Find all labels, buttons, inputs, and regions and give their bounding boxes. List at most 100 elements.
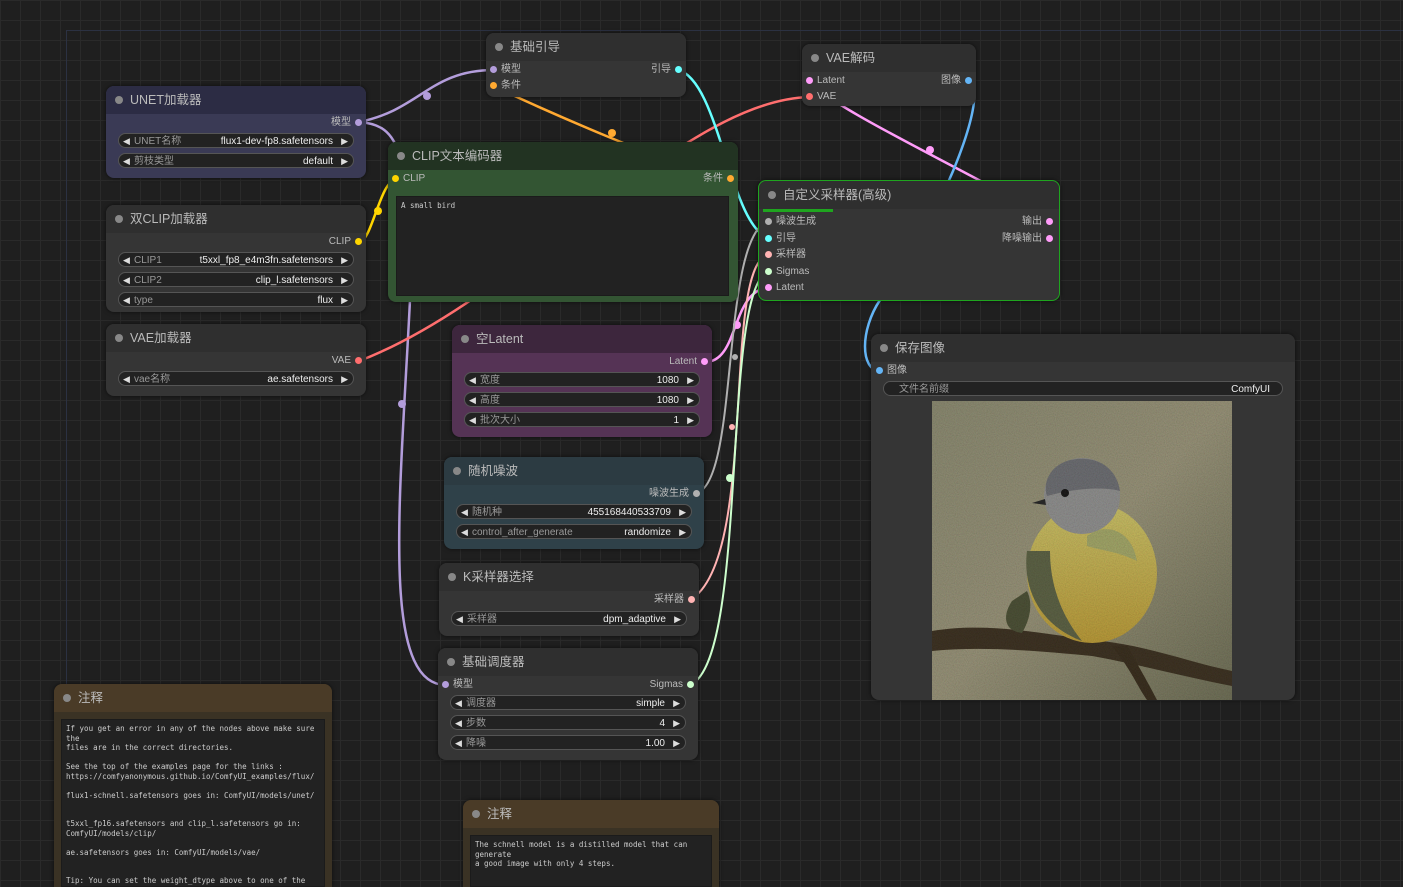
collapse-dot-icon[interactable] xyxy=(115,96,123,104)
node-header[interactable]: K采样器选择 xyxy=(439,563,699,591)
weight-dtype-widget[interactable]: ◀ 剪枝类型 default ▶ xyxy=(118,153,354,168)
image-pin-icon[interactable] xyxy=(965,77,972,84)
basic-scheduler-node[interactable]: 基础调度器 模型 Sigmas ◀ 调度器 simple ▶ ◀ 步数 4 ▶ ◀ 降噪 1.0… xyxy=(438,648,698,760)
input-vae[interactable]: VAE xyxy=(806,90,836,104)
node-header[interactable]: UNET加载器 xyxy=(106,86,366,114)
dual-clip-loader-node[interactable]: 双CLIP加载器 CLIP ◀ CLIP1 t5xxl_fp8_e4m3fn.saf… xyxy=(106,205,366,312)
guider-pin-icon[interactable] xyxy=(765,235,772,242)
width-widget[interactable]: ◀ 宽度 1080 ▶ xyxy=(464,372,700,387)
note-node-1[interactable]: 注释 If you get an error in any of the nod… xyxy=(54,684,332,887)
output-denoised[interactable]: 降噪输出 xyxy=(1002,232,1053,246)
control-after-generate-widget[interactable]: ◀ control_after_generate randomize ▶ xyxy=(456,524,692,539)
collapse-dot-icon[interactable] xyxy=(768,191,776,199)
unet-name-widget[interactable]: ◀ UNET名称 flux1-dev-fp8.safetensors ▶ xyxy=(118,133,354,148)
collapse-dot-icon[interactable] xyxy=(115,334,123,342)
input-latent[interactable]: Latent xyxy=(806,74,845,88)
vae-pin-icon[interactable] xyxy=(806,93,813,100)
vae-loader-node[interactable]: VAE加载器 VAE ◀ vae名称 ae.safetensors ▶ xyxy=(106,324,366,396)
vae-pin-icon[interactable] xyxy=(355,357,362,364)
node-header[interactable]: 保存图像 xyxy=(871,334,1295,362)
conditioning-pin-icon[interactable] xyxy=(727,175,734,182)
collapse-dot-icon[interactable] xyxy=(397,152,405,160)
node-header[interactable]: 自定义采样器(高级) xyxy=(759,181,1059,209)
clip2-widget[interactable]: ◀ CLIP2 clip_l.safetensors ▶ xyxy=(118,272,354,287)
denoise-widget[interactable]: ◀ 降噪 1.00 ▶ xyxy=(450,735,686,750)
random-noise-node[interactable]: 随机噪波 噪波生成 ◀ 随机种 455168440533709 ▶ ◀ control_… xyxy=(444,457,704,549)
arrow-right-icon[interactable]: ▶ xyxy=(341,253,348,268)
collapse-dot-icon[interactable] xyxy=(811,54,819,62)
input-noise[interactable]: 噪波生成 xyxy=(765,215,816,229)
noise-pin-icon[interactable] xyxy=(693,490,700,497)
output-noise[interactable]: 噪波生成 xyxy=(649,487,700,501)
note-textarea[interactable]: The schnell model is a distilled model t… xyxy=(470,835,712,887)
arrow-left-icon[interactable]: ◀ xyxy=(123,134,130,149)
collapse-dot-icon[interactable] xyxy=(447,658,455,666)
arrow-right-icon[interactable]: ▶ xyxy=(687,373,694,388)
arrow-right-icon[interactable]: ▶ xyxy=(687,413,694,428)
input-latent[interactable]: Latent xyxy=(765,281,804,295)
latent-pin-icon[interactable] xyxy=(1046,235,1053,242)
vae-name-widget[interactable]: ◀ vae名称 ae.safetensors ▶ xyxy=(118,371,354,386)
clip1-widget[interactable]: ◀ CLIP1 t5xxl_fp8_e4m3fn.safetensors ▶ xyxy=(118,252,354,267)
save-image-node[interactable]: 保存图像 图像 文件名前缀 ComfyUI xyxy=(871,334,1295,700)
arrow-left-icon[interactable]: ◀ xyxy=(455,736,462,751)
sampler-pin-icon[interactable] xyxy=(688,596,695,603)
node-header[interactable]: 双CLIP加载器 xyxy=(106,205,366,233)
noise-pin-icon[interactable] xyxy=(765,218,772,225)
input-model[interactable]: 模型 xyxy=(442,678,473,692)
latent-pin-icon[interactable] xyxy=(701,358,708,365)
output-output[interactable]: 输出 xyxy=(1022,215,1053,229)
node-header[interactable]: 基础引导 xyxy=(486,33,686,61)
prompt-textarea[interactable]: A small bird xyxy=(396,196,729,296)
ksampler-select-node[interactable]: K采样器选择 采样器 ◀ 采样器 dpm_adaptive ▶ xyxy=(439,563,699,636)
seed-widget[interactable]: ◀ 随机种 455168440533709 ▶ xyxy=(456,504,692,519)
node-header[interactable]: 基础调度器 xyxy=(438,648,698,676)
arrow-left-icon[interactable]: ◀ xyxy=(461,505,468,520)
arrow-right-icon[interactable]: ▶ xyxy=(673,736,680,751)
arrow-right-icon[interactable]: ▶ xyxy=(679,505,686,520)
arrow-left-icon[interactable]: ◀ xyxy=(461,525,468,540)
scheduler-widget[interactable]: ◀ 调度器 simple ▶ xyxy=(450,695,686,710)
node-header[interactable]: VAE加载器 xyxy=(106,324,366,352)
collapse-dot-icon[interactable] xyxy=(453,467,461,475)
arrow-left-icon[interactable]: ◀ xyxy=(469,393,476,408)
sigmas-pin-icon[interactable] xyxy=(687,681,694,688)
arrow-left-icon[interactable]: ◀ xyxy=(455,696,462,711)
arrow-right-icon[interactable]: ▶ xyxy=(687,393,694,408)
sigmas-pin-icon[interactable] xyxy=(765,268,772,275)
node-header[interactable]: 注释 xyxy=(463,800,719,828)
arrow-right-icon[interactable]: ▶ xyxy=(341,273,348,288)
clip-pin-icon[interactable] xyxy=(355,238,362,245)
model-pin-icon[interactable] xyxy=(490,66,497,73)
arrow-right-icon[interactable]: ▶ xyxy=(341,293,348,308)
collapse-dot-icon[interactable] xyxy=(115,215,123,223)
output-conditioning[interactable]: 条件 xyxy=(703,172,734,186)
output-vae[interactable]: VAE xyxy=(332,354,362,368)
arrow-right-icon[interactable]: ▶ xyxy=(341,154,348,169)
type-widget[interactable]: ◀ type flux ▶ xyxy=(118,292,354,307)
input-conditioning[interactable]: 条件 xyxy=(490,79,521,93)
filename-prefix-widget[interactable]: 文件名前缀 ComfyUI xyxy=(883,381,1283,396)
conditioning-pin-icon[interactable] xyxy=(490,82,497,89)
output-clip[interactable]: CLIP xyxy=(329,235,362,249)
node-header[interactable]: CLIP文本编码器 xyxy=(388,142,738,170)
image-pin-icon[interactable] xyxy=(876,367,883,374)
input-image[interactable]: 图像 xyxy=(876,364,907,378)
node-header[interactable]: 空Latent xyxy=(452,325,712,353)
input-model[interactable]: 模型 xyxy=(490,63,521,77)
vae-decode-node[interactable]: VAE解码 Latent VAE 图像 xyxy=(802,44,976,106)
batch-size-widget[interactable]: ◀ 批次大小 1 ▶ xyxy=(464,412,700,427)
output-model[interactable]: 模型 xyxy=(331,116,362,130)
collapse-dot-icon[interactable] xyxy=(472,810,480,818)
arrow-left-icon[interactable]: ◀ xyxy=(456,612,463,627)
input-sampler[interactable]: 采样器 xyxy=(765,248,806,262)
clip-text-encode-node[interactable]: CLIP文本编码器 CLIP 条件 A small bird xyxy=(388,142,738,302)
output-sampler[interactable]: 采样器 xyxy=(654,593,695,607)
output-sigmas[interactable]: Sigmas xyxy=(650,678,694,692)
arrow-right-icon[interactable]: ▶ xyxy=(341,134,348,149)
output-latent[interactable]: Latent xyxy=(669,355,708,369)
node-header[interactable]: 随机噪波 xyxy=(444,457,704,485)
output-guider[interactable]: 引导 xyxy=(651,63,682,77)
arrow-left-icon[interactable]: ◀ xyxy=(123,293,130,308)
sampler-custom-advanced-node[interactable]: 自定义采样器(高级) 噪波生成 引导 采样器 Sigmas Latent 输出 … xyxy=(758,180,1060,301)
